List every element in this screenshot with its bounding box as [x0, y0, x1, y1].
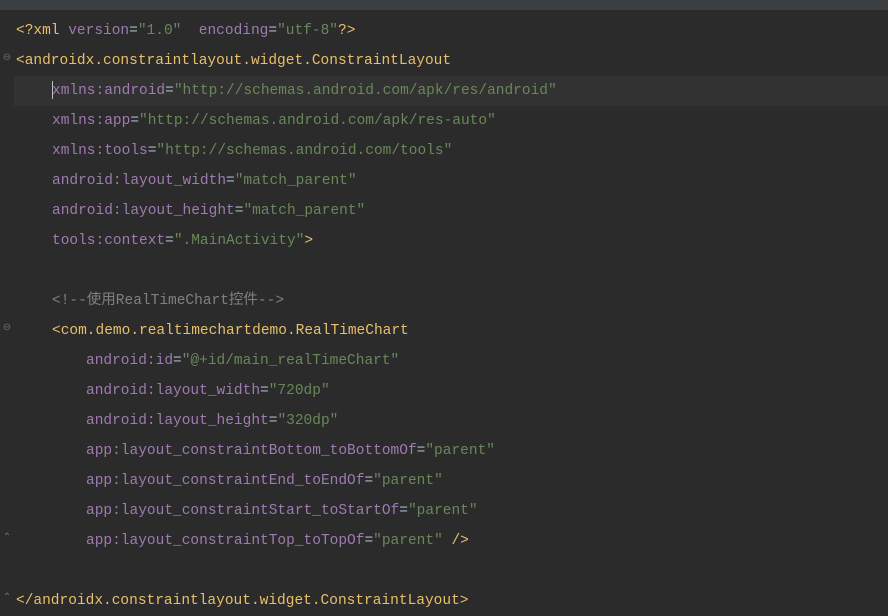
code-line[interactable]: android:layout_height="320dp"	[14, 406, 888, 436]
code-line[interactable]: xmlns:tools="http://schemas.android.com/…	[14, 136, 888, 166]
code-line[interactable]: android:layout_width="match_parent"	[14, 166, 888, 196]
attr: android:layout_width	[86, 383, 260, 399]
attr: android:layout_height	[86, 413, 269, 429]
fold-icon[interactable]: ⊖	[2, 54, 12, 64]
editor-wrap: ⊖ ⊖ ⌃ ⌃ <?xml version="1.0" encoding="ut…	[0, 10, 888, 612]
attr: android:layout_width	[52, 173, 226, 189]
xml-val: "1.0"	[138, 23, 182, 39]
xml-comment: <!--使用RealTimeChart控件-->	[52, 293, 284, 309]
attr: android:layout_height	[52, 203, 235, 219]
fold-icon[interactable]: ⊖	[2, 324, 12, 334]
code-line[interactable]: <?xml version="1.0" encoding="utf-8"?>	[14, 16, 888, 46]
code-line[interactable]: android:layout_height="match_parent"	[14, 196, 888, 226]
val: "320dp"	[277, 413, 338, 429]
attr: xmlns:app	[52, 113, 130, 129]
xml-attr: encoding	[199, 23, 269, 39]
gt: >	[304, 233, 313, 249]
code-line[interactable]: app:layout_constraintEnd_toEndOf="parent…	[14, 466, 888, 496]
lt-close: </	[16, 593, 33, 609]
code-line[interactable]: <com.demo.realtimechartdemo.RealTimeChar…	[14, 316, 888, 346]
val: "parent"	[373, 473, 443, 489]
code-line[interactable]: android:id="@+id/main_realTimeChart"	[14, 346, 888, 376]
val: "parent"	[425, 443, 495, 459]
val: "720dp"	[269, 383, 330, 399]
xml-close: ?>	[338, 23, 355, 39]
code-line[interactable]: <!--使用RealTimeChart控件-->	[14, 286, 888, 316]
val: "http://schemas.android.com/tools"	[156, 143, 452, 159]
eq: =	[173, 353, 182, 369]
val: ".MainActivity"	[174, 233, 305, 249]
code-line[interactable]: <androidx.constraintlayout.widget.Constr…	[14, 46, 888, 76]
tag-name: androidx.constraintlayout.widget.Constra…	[33, 593, 459, 609]
eq: =	[129, 23, 138, 39]
fold-up-icon[interactable]: ⌃	[2, 594, 12, 604]
val: "parent"	[373, 533, 443, 549]
xml-open: <?	[16, 23, 33, 39]
val: "http://schemas.android.com/apk/res-auto…	[139, 113, 496, 129]
val: "match_parent"	[243, 203, 365, 219]
eq: =	[268, 23, 277, 39]
code-line[interactable]: tools:context=".MainActivity">	[14, 226, 888, 256]
code-line-blank[interactable]	[14, 256, 888, 286]
eq: =	[165, 233, 174, 249]
eq: =	[130, 113, 139, 129]
attr: tools:context	[52, 233, 165, 249]
lt: <	[16, 53, 25, 69]
attr: app:layout_constraintBottom_toBottomOf	[86, 443, 417, 459]
self-close: />	[443, 533, 469, 549]
tag-name: androidx.constraintlayout.widget.Constra…	[25, 53, 451, 69]
attr: android:id	[86, 353, 173, 369]
lt: <	[52, 323, 61, 339]
code-line[interactable]: android:layout_width="720dp"	[14, 376, 888, 406]
gutter[interactable]: ⊖ ⊖ ⌃ ⌃	[0, 10, 14, 612]
val: "http://schemas.android.com/apk/res/andr…	[174, 83, 557, 99]
code-line[interactable]: app:layout_constraintBottom_toBottomOf="…	[14, 436, 888, 466]
code-line-blank[interactable]	[14, 556, 888, 586]
code-line[interactable]: app:layout_constraintTop_toTopOf="parent…	[14, 526, 888, 556]
attr: app:layout_constraintTop_toTopOf	[86, 533, 364, 549]
gt: >	[460, 593, 469, 609]
eq: =	[399, 503, 408, 519]
eq: =	[226, 173, 235, 189]
xml-attr: version	[68, 23, 129, 39]
code-line[interactable]: app:layout_constraintStart_toStartOf="pa…	[14, 496, 888, 526]
eq: =	[260, 383, 269, 399]
val: "@+id/main_realTimeChart"	[182, 353, 400, 369]
attr: app:layout_constraintEnd_toEndOf	[86, 473, 364, 489]
code-line-current[interactable]: xmlns:android="http://schemas.android.co…	[14, 76, 888, 106]
xml-name: xml	[33, 23, 59, 39]
code-area[interactable]: <?xml version="1.0" encoding="utf-8"?> <…	[14, 10, 888, 612]
eq: =	[364, 473, 373, 489]
eq: =	[364, 533, 373, 549]
fold-up-icon[interactable]: ⌃	[2, 534, 12, 544]
val: "parent"	[408, 503, 478, 519]
val: "match_parent"	[235, 173, 357, 189]
attr: app:layout_constraintStart_toStartOf	[86, 503, 399, 519]
code-line[interactable]: xmlns:app="http://schemas.android.com/ap…	[14, 106, 888, 136]
tag-name: com.demo.realtimechartdemo.RealTimeChart	[61, 323, 409, 339]
attr: xmlns:tools	[52, 143, 148, 159]
eq: =	[165, 83, 174, 99]
xml-val: "utf-8"	[277, 23, 338, 39]
editor-top-bar	[0, 0, 888, 10]
attr: xmlns:android	[52, 83, 165, 99]
